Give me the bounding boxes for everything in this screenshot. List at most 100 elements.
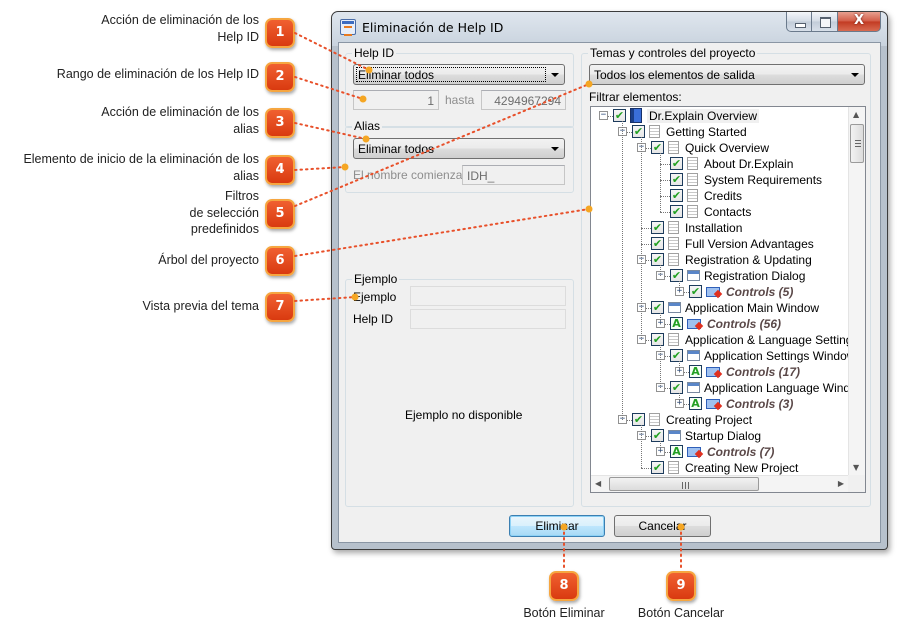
checkbox-checked[interactable]: ✔ (670, 381, 683, 394)
alias-starts-with-field[interactable]: IDH_ (462, 165, 565, 185)
checkbox-checked[interactable]: ✔ (651, 461, 664, 474)
tree-node-label: Contacts (704, 205, 752, 219)
project-tree[interactable]: − ✔ Dr.Explain Overview − ✔ Getting Started − ✔… (590, 106, 866, 493)
close-button[interactable]: X (838, 12, 881, 32)
checkbox-checked[interactable]: ✔ (651, 301, 664, 314)
collapse-icon[interactable]: − (599, 111, 608, 120)
checkbox-checked[interactable]: ✔ (670, 173, 683, 186)
checkbox-checked[interactable]: ✔ (651, 333, 664, 346)
tree-guide-line (641, 137, 642, 340)
tree-node-label: Application Settings Window (704, 349, 856, 363)
example-empty-message: Ejemplo no disponible (405, 408, 523, 422)
page-icon (687, 173, 698, 186)
tree-node-label: Getting Started (666, 125, 747, 139)
callout-label-7: Vista previa del tema (143, 298, 260, 315)
grip-icon (855, 140, 861, 147)
auto-check-icon[interactable]: A (670, 317, 683, 330)
tree-node[interactable]: − ✔ Quick Overview (591, 140, 849, 156)
callout-7-line-1: Vista previa del tema (142, 299, 260, 313)
checkbox-checked[interactable]: ✔ (613, 109, 626, 122)
tree-node[interactable]: + A Controls (17) (591, 364, 849, 380)
tree-node[interactable]: ✔ Full Version Advantages (591, 236, 849, 252)
controls-icon (706, 286, 722, 298)
range-to-value: 4294967294 (494, 94, 561, 108)
tree-node[interactable]: ✔ System Requirements (591, 172, 849, 188)
callout-2-line-1: Rango de eliminación de los Help ID (56, 67, 259, 81)
horizontal-scroll-thumb[interactable] (609, 477, 759, 491)
tree-node-label: Registration & Updating (685, 253, 812, 267)
delete-button[interactable]: Eliminar (509, 515, 605, 537)
checkbox-checked[interactable]: ✔ (670, 349, 683, 362)
callout-label-9: Botón Cancelar (637, 606, 725, 620)
alias-action-select[interactable]: Eliminar todos (353, 138, 565, 159)
filter-preset-value: Todos los elementos de salida (594, 68, 755, 82)
auto-check-icon[interactable]: A (670, 445, 683, 458)
callout-5-line-3: predefinidos (190, 222, 259, 236)
alias-action-value: Eliminar todos (358, 142, 435, 156)
scrollbar-corner (848, 475, 865, 492)
checkbox-checked[interactable]: ✔ (651, 253, 664, 266)
tree-node[interactable]: + A Controls (7) (591, 444, 849, 460)
auto-check-icon[interactable]: A (689, 365, 702, 378)
checkbox-checked[interactable]: ✔ (651, 237, 664, 250)
checkbox-checked[interactable]: ✔ (670, 205, 683, 218)
tree-node[interactable]: − ✔ Getting Started (591, 124, 849, 140)
tree-guide-line (660, 345, 661, 388)
tree-node[interactable]: + ✔ Controls (5) (591, 284, 849, 300)
checkbox-checked[interactable]: ✔ (651, 429, 664, 442)
filter-label: Filtrar elementos: (589, 90, 682, 104)
checkbox-checked[interactable]: ✔ (670, 269, 683, 282)
checkbox-checked[interactable]: ✔ (670, 157, 683, 170)
tree-node[interactable]: ✔ About Dr.Explain (591, 156, 849, 172)
scroll-right-arrow-icon[interactable]: ▶ (838, 479, 844, 488)
tree-node[interactable]: − ✔ Registration & Updating (591, 252, 849, 268)
project-group-title: Temas y controles del proyecto (588, 46, 758, 60)
tree-node[interactable]: − ✔ Application & Language Settings (591, 332, 858, 348)
tree-node[interactable]: − ✔ Application Settings Window (591, 348, 855, 364)
tree-horizontal-scrollbar[interactable]: ◀ ▶ (591, 475, 848, 492)
tree-node[interactable]: − ✔ Startup Dialog (591, 428, 849, 444)
tree-node[interactable]: − ✔ Application Main Window (591, 300, 849, 316)
tree-node[interactable]: + A Controls (3) (591, 396, 849, 412)
tree-guide-line (679, 281, 680, 292)
tree-node-label: Controls (3) (726, 397, 794, 411)
helpid-range-from-field[interactable]: 1 (353, 90, 439, 110)
scroll-up-arrow-icon[interactable]: ▲ (853, 110, 859, 119)
scroll-down-arrow-icon[interactable]: ▼ (853, 463, 859, 472)
checkbox-checked[interactable]: ✔ (689, 285, 702, 298)
tree-node[interactable]: − ✔ Registration Dialog (591, 268, 849, 284)
maximize-button[interactable] (812, 12, 838, 32)
checkbox-checked[interactable]: ✔ (670, 189, 683, 202)
title-bar[interactable]: Eliminación de Help ID X (332, 12, 887, 42)
auto-check-icon[interactable]: A (689, 397, 702, 410)
tree-guide-line (679, 361, 680, 372)
tree-node-label: Full Version Advantages (685, 237, 814, 251)
page-icon (687, 189, 698, 202)
tree-node[interactable]: ✔ Creating New Project (591, 460, 849, 476)
dropdown-arrow-icon (551, 147, 559, 151)
window-controls: X (786, 12, 881, 32)
tree-node[interactable]: ✔ Installation (591, 220, 849, 236)
scroll-left-arrow-icon[interactable]: ◀ (595, 479, 601, 488)
tree-node[interactable]: − ✔ Dr.Explain Overview (591, 108, 849, 124)
callout-label-5: Filtros de selección predefinidos (190, 188, 260, 238)
tree-node[interactable]: ✔ Credits (591, 188, 849, 204)
tree-node[interactable]: ✔ Contacts (591, 204, 849, 220)
tree-node[interactable]: − ✔ Creating Project (591, 412, 849, 428)
checkbox-checked[interactable]: ✔ (651, 221, 664, 234)
tree-node[interactable]: − ✔ Application Language Window (591, 380, 865, 396)
filter-preset-select[interactable]: Todos los elementos de salida (589, 64, 865, 85)
checkbox-checked[interactable]: ✔ (651, 141, 664, 154)
helpid-action-select[interactable]: Eliminar todos (353, 64, 565, 85)
cancel-button[interactable]: Cancelar (614, 515, 711, 537)
checkbox-checked[interactable]: ✔ (632, 413, 645, 426)
helpid-range-to-field[interactable]: 4294967294 (481, 90, 566, 110)
tree-vertical-scrollbar[interactable]: ▲ ▼ (848, 107, 865, 475)
example-label: Ejemplo (353, 290, 397, 304)
tree-node[interactable]: + A Controls (56) (591, 316, 849, 332)
tree-node-label: Application Language Window (704, 381, 866, 395)
page-icon (687, 157, 698, 170)
vertical-scroll-thumb[interactable] (850, 124, 864, 163)
minimize-button[interactable] (786, 12, 812, 32)
checkbox-checked[interactable]: ✔ (632, 125, 645, 138)
